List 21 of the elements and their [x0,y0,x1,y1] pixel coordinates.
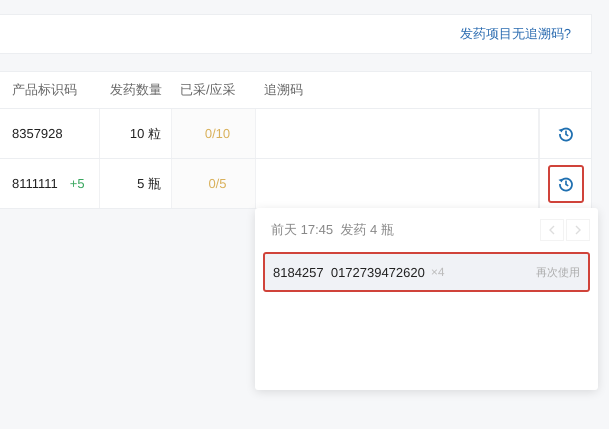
column-header: 产品标识码 [11,81,78,99]
product-code: 8357928 [12,126,63,141]
collected-count: 0/5 [208,176,227,191]
item-count: ×4 [430,265,445,279]
trace-code-item[interactable]: 8184257 0172739472620 ×4 再次使用 [263,252,590,292]
history-icon [556,174,574,192]
history-button[interactable] [548,164,584,202]
quantity: 10 粒 [130,124,161,142]
chevron-right-icon [574,225,582,235]
popover-title: 前天 17:45 发药 4 瓶 [271,221,394,239]
column-header: 追溯码 [263,81,304,99]
column-header: 发药数量 [109,81,163,99]
history-icon [556,124,574,142]
quantity: 5 瓶 [137,174,161,192]
no-trace-code-link[interactable]: 发药项目无追溯码? [460,25,571,43]
column-header: 已采/应采 [179,81,237,99]
collected-count: 0/10 [204,126,230,141]
trace-code: 8184257 0172739472620 [273,264,425,280]
extra-count: +5 [70,176,85,191]
product-code: 8111111 [12,176,58,191]
chevron-left-icon [548,225,556,235]
